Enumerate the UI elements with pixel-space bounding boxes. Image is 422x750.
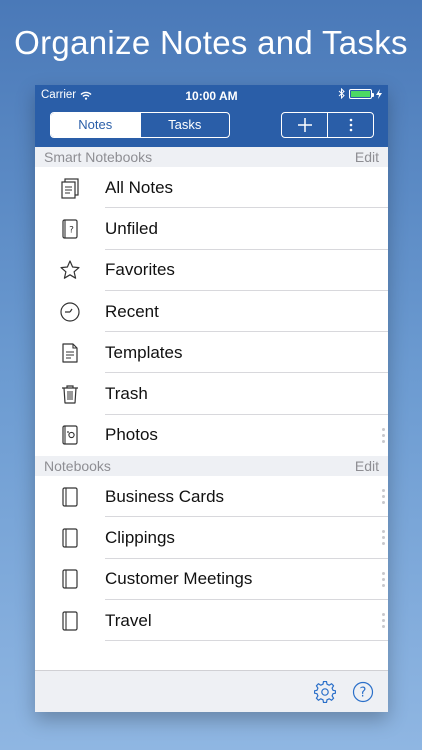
help-button[interactable]: ?: [352, 681, 374, 703]
section-header-smart-notebooks: Smart Notebooks Edit: [35, 147, 388, 167]
smart-item-templates[interactable]: Templates: [35, 332, 388, 374]
edit-smart-notebooks-button[interactable]: Edit: [355, 149, 379, 165]
tab-notes[interactable]: Notes: [51, 113, 140, 137]
notebook-item-business-cards[interactable]: Business Cards: [35, 476, 388, 518]
smart-item-favorites[interactable]: Favorites: [35, 250, 388, 291]
list-item-label: Travel: [105, 610, 152, 630]
notebook-icon: [35, 610, 105, 632]
battery-icon: [349, 88, 374, 99]
svg-text:?: ?: [69, 225, 74, 235]
star-icon: [35, 259, 105, 281]
list-item-label: Templates: [105, 342, 183, 362]
bottom-toolbar: ?: [35, 670, 388, 712]
unfiled-icon: ?: [35, 218, 105, 240]
notebook-item-clippings[interactable]: Clippings: [35, 517, 388, 559]
smart-item-all-notes[interactable]: All Notes: [35, 167, 388, 209]
notebook-item-customer-meetings[interactable]: Customer Meetings: [35, 559, 388, 600]
smart-item-recent[interactable]: Recent: [35, 291, 388, 333]
list-item-label: All Notes: [105, 177, 174, 197]
smart-item-photos[interactable]: Photos: [35, 415, 388, 456]
app-screen: Carrier 10:00 AM Notes Tasks Smart Noteb…: [35, 85, 388, 712]
gear-icon: [314, 680, 336, 703]
status-right: [338, 88, 382, 99]
trash-icon: [35, 383, 105, 405]
template-icon: [35, 342, 105, 364]
reorder-handle[interactable]: [382, 427, 385, 443]
all-notes-icon: [35, 177, 105, 199]
bluetooth-icon: [338, 88, 345, 99]
reorder-handle[interactable]: [382, 612, 385, 628]
reorder-handle[interactable]: [382, 571, 385, 587]
help-icon: ?: [352, 681, 374, 702]
nav-bar: Carrier 10:00 AM Notes Tasks: [35, 85, 388, 147]
toolbar-actions: [281, 112, 374, 138]
list-item-label: Recent: [105, 301, 159, 321]
notebook-icon: [35, 486, 105, 508]
list-item-label: Favorites: [105, 260, 175, 280]
edit-notebooks-button[interactable]: Edit: [355, 458, 379, 474]
section-title: Notebooks: [44, 458, 111, 475]
list-item-label: Customer Meetings: [105, 569, 253, 589]
more-button[interactable]: [328, 113, 373, 137]
smart-item-unfiled[interactable]: ? Unfiled: [35, 208, 388, 250]
list-item-label: Clippings: [105, 528, 175, 548]
list-item-label: Trash: [105, 384, 148, 404]
section-header-notebooks: Notebooks Edit: [35, 456, 388, 477]
vertical-ellipsis-icon: [349, 118, 353, 132]
notes-tasks-toggle: Notes Tasks: [50, 112, 230, 138]
settings-button[interactable]: [314, 680, 336, 703]
list-item-label: Photos: [105, 425, 158, 445]
charging-icon: [376, 88, 382, 99]
tab-tasks[interactable]: Tasks: [139, 113, 230, 137]
smart-item-trash[interactable]: Trash: [35, 373, 388, 415]
clock-icon: [35, 301, 105, 323]
plus-icon: [297, 117, 313, 133]
list-item-label: Unfiled: [105, 218, 158, 238]
photos-icon: [35, 424, 105, 446]
add-button[interactable]: [282, 113, 328, 137]
notebook-icon: [35, 568, 105, 590]
headline: Organize Notes and Tasks: [14, 24, 408, 61]
svg-text:?: ?: [360, 685, 367, 700]
status-bar: Carrier 10:00 AM: [35, 85, 388, 105]
list-item-label: Business Cards: [105, 486, 225, 506]
notebook-icon: [35, 527, 105, 549]
clock: 10:00 AM: [185, 89, 238, 103]
reorder-handle[interactable]: [382, 530, 385, 546]
notebook-item-travel[interactable]: Travel: [35, 600, 388, 642]
section-title: Smart Notebooks: [44, 149, 153, 165]
reorder-handle[interactable]: [382, 489, 385, 505]
